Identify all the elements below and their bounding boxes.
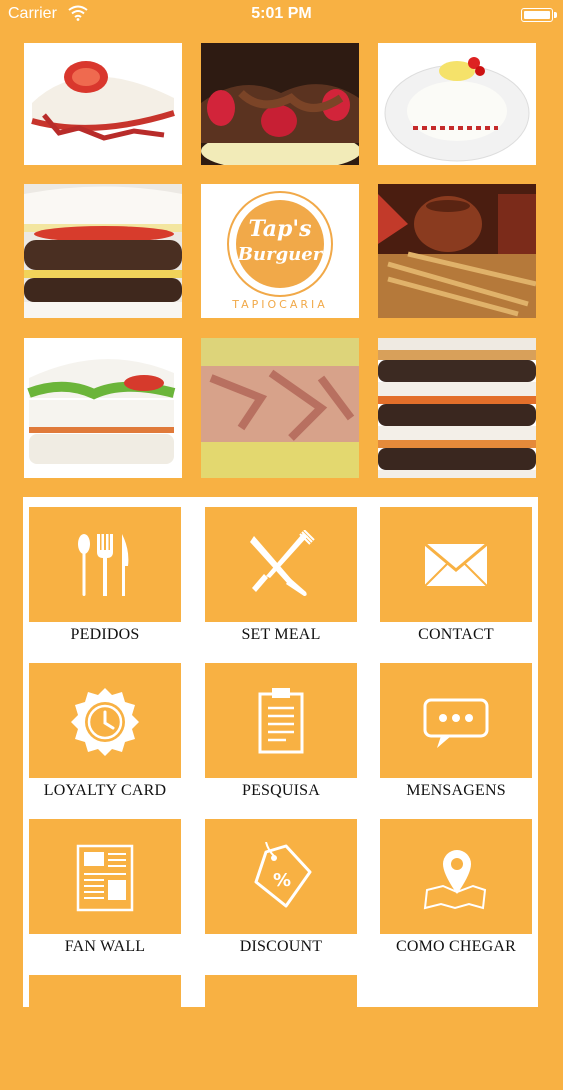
clipboard-icon — [258, 687, 304, 753]
knife-fork-cross-icon — [250, 529, 315, 596]
chat-bubble-icon — [423, 698, 489, 748]
menu-item-como-chegar[interactable]: COMO CHEGAR — [380, 819, 532, 956]
percent-tag-icon: % — [254, 841, 312, 907]
burger-tapioca-photo[interactable] — [24, 184, 182, 318]
newspaper-icon — [76, 844, 134, 911]
menu-item-partial[interactable] — [29, 975, 181, 1090]
menu-item-fan-wall[interactable]: FAN WALL — [29, 819, 181, 956]
menu-item-label: PESQUISA — [241, 782, 321, 799]
envelope-icon — [424, 542, 488, 587]
menu-item-loyalty-card[interactable]: LOYALTY CARD — [29, 663, 181, 800]
tapioca-tomato-photo[interactable] — [24, 43, 182, 165]
menu-item-pedidos[interactable]: PEDIDOS — [29, 507, 181, 644]
svg-text:Tap's: Tap's — [248, 216, 311, 242]
menu-panel: PEDIDOS SET MEAL CONTACT LOYALTY CARD PE… — [23, 497, 538, 1090]
status-bar: Carrier 5:01 PM — [0, 0, 563, 30]
taps-burguer-logo[interactable]: Tap's Burguer TAPIOCARIA — [201, 184, 359, 318]
tapioca-salad-photo[interactable] — [24, 338, 182, 478]
svg-text:%: % — [273, 870, 291, 891]
menu-item-set-meal[interactable]: SET MEAL — [205, 507, 357, 644]
double-burger-tapioca-photo[interactable] — [378, 338, 536, 478]
menu-item-pesquisa[interactable]: PESQUISA — [205, 663, 357, 800]
menu-item-label: MENSAGENS — [406, 782, 506, 799]
menu-item-label: FAN WALL — [64, 938, 146, 955]
tapioca-chocolate-strawberry-photo[interactable] — [201, 43, 359, 165]
menu-item-label: DISCOUNT — [239, 938, 323, 955]
tapioca-chicken-photo[interactable] — [201, 338, 359, 478]
svg-text:Burguer: Burguer — [237, 244, 324, 265]
menu-item-partial[interactable] — [205, 975, 357, 1090]
menu-item-discount[interactable]: % DISCOUNT — [205, 819, 357, 956]
menu-item-contact[interactable]: CONTACT — [380, 507, 532, 644]
tapioca-plate-photo[interactable] — [378, 43, 536, 165]
svg-text:TAPIOCARIA: TAPIOCARIA — [231, 298, 328, 311]
status-time: 5:01 PM — [251, 5, 312, 22]
menu-item-label: LOYALTY CARD — [43, 782, 167, 799]
cutlery-icon — [78, 533, 129, 596]
badge-check-icon — [71, 687, 139, 756]
menu-item-label: CONTACT — [418, 626, 494, 643]
menu-item-label: SET MEAL — [241, 626, 321, 643]
menu-item-label: PEDIDOS — [70, 626, 140, 643]
menu-item-mensagens[interactable]: MENSAGENS — [380, 663, 532, 800]
menu-item-label: COMO CHEGAR — [396, 938, 516, 955]
map-pin-icon — [423, 849, 487, 909]
pottery-craft-photo[interactable] — [378, 184, 536, 318]
battery-icon — [521, 8, 557, 22]
